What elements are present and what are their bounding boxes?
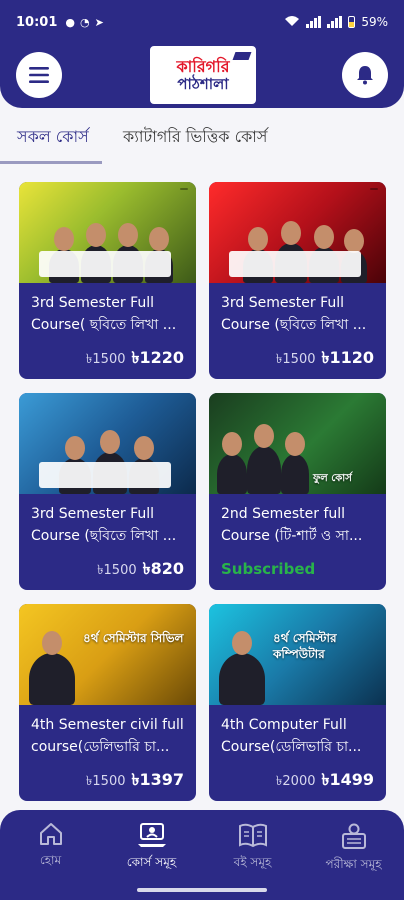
signal-icon [306, 16, 322, 28]
tab-all-courses[interactable]: সকল কোর্স [17, 124, 89, 151]
course-title: 4th Computer Full Course(ডেলিভারি চা... [221, 717, 362, 755]
nav-exams[interactable]: পরীক্ষা সমূহ [303, 822, 404, 876]
thumbnail-label: ফুল কোর্স [313, 473, 352, 484]
course-title: 4th Semester civil full course(ডেলিভারি … [31, 717, 184, 755]
subscribed-status: Subscribed [221, 560, 316, 578]
course-icon [137, 823, 166, 847]
notification-icons: ● ◔ ➤ [65, 16, 103, 29]
thumbnail-badge [370, 188, 378, 190]
home-icon [39, 823, 62, 845]
discount-price: ৳820 [142, 559, 184, 578]
nav-home-label: হোম [39, 853, 62, 867]
status-bar: 10:01 ● ◔ ➤ 59% [0, 0, 404, 44]
course-card[interactable]: ৪র্থ সেমিস্টার কম্পিউটার 4th Computer Fu… [209, 604, 386, 801]
wifi-icon [284, 15, 300, 30]
course-thumbnail [209, 182, 386, 283]
course-card[interactable]: ৪র্থ সেমিস্টার সিভিল 4th Semester civil … [19, 604, 196, 801]
active-tab-indicator [0, 161, 102, 164]
thumbnail-label: ৪র্থ সেমিস্টার কম্পিউটার [273, 631, 337, 661]
thumbnail-label: ৪র্থ সেমিস্টার সিভিল [83, 631, 184, 645]
bell-icon [357, 66, 373, 85]
course-title: 2nd Semester full Course (টি-শার্ট ও সা.… [221, 506, 363, 544]
course-price: ৳2000 ৳1499 [276, 767, 374, 794]
nav-books-label: বই সমূহ [233, 855, 272, 869]
nav-courses-label: কোর্স সমূহ [126, 855, 177, 869]
course-title: 3rd Semester Full Course (ছবিতে লিখা ... [31, 506, 177, 544]
original-price: ৳1500 [97, 563, 137, 578]
discount-price: ৳1120 [321, 348, 374, 367]
course-card[interactable]: 3rd Semester Full Course (ছবিতে লিখা ...… [209, 182, 386, 379]
course-card[interactable]: 3rd Semester Full Course( ছবিতে লিখা ...… [19, 182, 196, 379]
battery-icon [348, 16, 356, 28]
discount-price: ৳1220 [131, 348, 184, 367]
discount-price: ৳1499 [321, 770, 374, 789]
logo-line-2: পাঠশালা [177, 74, 229, 93]
book-icon [238, 823, 267, 848]
course-price: ৳1500 ৳820 [97, 556, 184, 583]
nav-exams-label: পরীক্ষা সমূহ [325, 857, 382, 871]
message-icon: ● [65, 15, 75, 29]
bottom-navigation: হোম কোর্স সমূহ বই সমূহ পরীক্ষা সমূহ [0, 810, 404, 900]
nav-home[interactable]: হোম [0, 822, 101, 872]
nav-books[interactable]: বই সমূহ [202, 822, 303, 874]
original-price: ৳1500 [275, 352, 316, 367]
send-icon: ➤ [94, 15, 104, 29]
app-header: 10:01 ● ◔ ➤ 59% কারিগরি পাঠশালা [0, 0, 404, 108]
menu-icon [29, 67, 49, 83]
original-price: ৳1500 [85, 774, 126, 789]
notification-button[interactable] [342, 52, 388, 98]
course-thumbnail: ফুল কোর্স [209, 393, 386, 494]
signal-icon-2 [327, 16, 343, 28]
menu-button[interactable] [16, 52, 62, 98]
graduation-cap-icon [232, 52, 252, 60]
discount-price: ৳1397 [131, 770, 184, 789]
battery-level: 59% [361, 15, 388, 29]
course-price: ৳1500 ৳1120 [276, 345, 374, 372]
nav-courses[interactable]: কোর্স সমূহ [101, 822, 202, 874]
logo-line-1: কারিগরি [176, 56, 230, 76]
course-tabs: সকল কোর্স ক্যাটাগরি ভিত্তিক কোর্স [0, 108, 404, 164]
course-price: ৳1500 ৳1397 [86, 767, 184, 794]
course-thumbnail: ৪র্থ সেমিস্টার সিভিল [19, 604, 196, 705]
status-time: 10:01 [16, 14, 58, 30]
exam-icon [341, 823, 366, 849]
original-price: ৳1500 [85, 352, 126, 367]
app-logo: কারিগরি পাঠশালা [150, 46, 256, 104]
system-home-indicator[interactable] [137, 888, 267, 892]
tab-category-courses[interactable]: ক্যাটাগরি ভিত্তিক কোর্স [123, 124, 267, 151]
original-price: ৳2000 [275, 774, 316, 789]
course-card[interactable]: 3rd Semester Full Course (ছবিতে লিখা ...… [19, 393, 196, 590]
thumbnail-badge [180, 188, 188, 190]
course-title: 3rd Semester Full Course (ছবিতে লিখা ... [221, 295, 367, 333]
course-thumbnail [19, 393, 196, 494]
course-title: 3rd Semester Full Course( ছবিতে লিখা ... [31, 295, 177, 333]
sync-icon: ◔ [80, 15, 90, 29]
status-right: 59% [284, 15, 388, 30]
course-price: ৳1500 ৳1220 [86, 345, 184, 372]
course-thumbnail: ৪র্থ সেমিস্টার কম্পিউটার [209, 604, 386, 705]
course-card[interactable]: ফুল কোর্স 2nd Semester full Course (টি-শ… [209, 393, 386, 590]
course-thumbnail [19, 182, 196, 283]
